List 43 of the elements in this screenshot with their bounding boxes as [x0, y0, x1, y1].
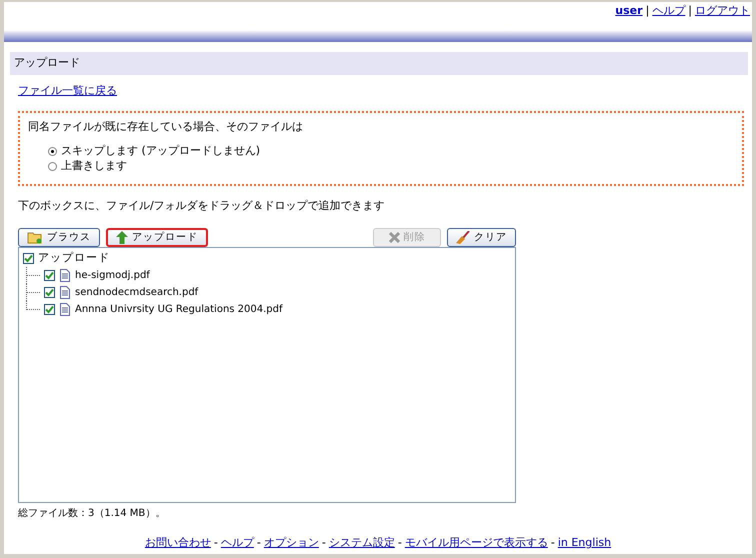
footer-link[interactable]: ヘルプ: [220, 536, 254, 549]
footer-link[interactable]: オプション: [264, 536, 319, 549]
browse-button[interactable]: ブラウス: [18, 228, 100, 247]
checkbox[interactable]: [44, 304, 55, 315]
header-link[interactable]: ログアウト: [695, 4, 750, 17]
separator-text: -: [256, 536, 261, 549]
checkbox[interactable]: [44, 270, 55, 281]
file-name: he-sigmodj.pdf: [75, 269, 150, 283]
radio-button[interactable]: [48, 162, 57, 170]
back-link[interactable]: ファイル一覧に戻る: [18, 84, 117, 96]
separator-text: |: [646, 4, 650, 17]
broom-icon: [456, 231, 470, 244]
option-label: スキップします (アップロードしません): [61, 142, 260, 159]
footer-link[interactable]: in English: [558, 536, 612, 549]
header-link[interactable]: user: [615, 4, 643, 17]
document-icon: [60, 286, 70, 299]
footer-link[interactable]: モバイル用ページで表示する: [404, 536, 548, 549]
close-icon: [388, 232, 400, 243]
separator-text: -: [398, 536, 402, 549]
document-icon: [60, 303, 70, 316]
document-icon: [60, 269, 70, 282]
option-label: 上書きします: [61, 158, 127, 174]
section-title: アップロード: [10, 52, 748, 74]
upload-button[interactable]: アップロード: [106, 228, 208, 247]
header-link[interactable]: ヘルプ: [652, 4, 686, 17]
checkbox[interactable]: [23, 253, 34, 264]
checkbox[interactable]: [44, 287, 55, 298]
clear-button[interactable]: クリア: [447, 228, 516, 247]
folder-label: アップロード: [38, 250, 110, 266]
footer-link[interactable]: お問い合わせ: [144, 536, 211, 549]
file-name: sendnodecmdsearch.pdf: [75, 286, 198, 300]
separator-text: -: [550, 536, 555, 549]
instruction-text: 下のボックスに、ファイル/フォルダをドラッグ＆ドロップで追加できます: [18, 198, 386, 214]
up-arrow-icon: [116, 231, 128, 244]
radio-button[interactable]: [48, 146, 57, 156]
separator-text: -: [322, 536, 326, 549]
total-files-text: 総ファイル数：3（1.14 MB）。: [18, 507, 166, 521]
file-name: Annna Univrsity UG Regulations 2004.pdf: [75, 303, 283, 317]
question-text: 同名ファイルが既に存在している場合、そのファイルは: [28, 119, 304, 135]
separator-text: -: [214, 536, 218, 549]
folder-icon: [27, 231, 43, 244]
separator-text: |: [688, 4, 692, 17]
footer-link[interactable]: システム設定: [328, 536, 395, 549]
